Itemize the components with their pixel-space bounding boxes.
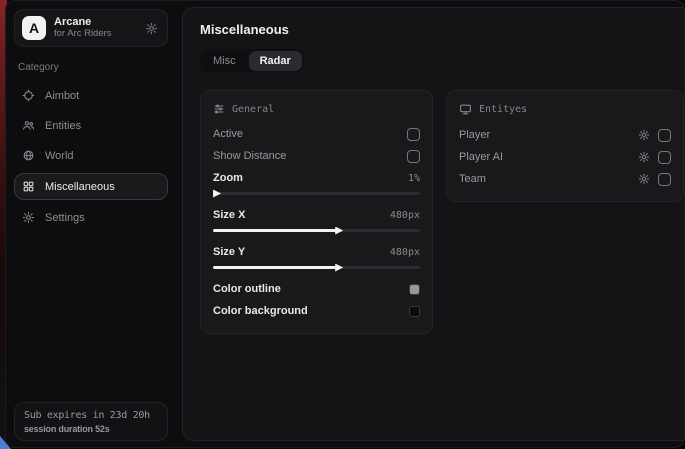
slider-value: 480px [390, 210, 420, 221]
entities-card-title: Entityes [479, 104, 527, 115]
sidebar-item-entities[interactable]: Entities [14, 113, 168, 138]
slider-fill [213, 229, 337, 232]
brand-text: Arcane for Arc Riders [54, 16, 112, 40]
general-card-title: General [232, 104, 274, 115]
entities-card-header: Entityes [459, 103, 671, 116]
sidebar: A Arcane for Arc Riders Category Aimbot [6, 1, 176, 447]
team-checkbox[interactable] [658, 173, 671, 186]
zoom-slider[interactable] [213, 192, 420, 195]
color-label: Color background [213, 305, 308, 317]
session-duration-text: session duration 52s [24, 424, 158, 434]
color-row-background: Color background [213, 300, 420, 322]
toggle-label: Show Distance [213, 150, 286, 162]
general-card: General Active Show Distance Zoom 1% [200, 90, 433, 334]
sidebar-item-label: World [45, 150, 74, 162]
entity-controls [638, 129, 671, 142]
toggle-label: Active [213, 128, 243, 140]
page-title: Miscellaneous [200, 22, 684, 37]
slider-fill [213, 266, 337, 269]
main-panel: Miscellaneous Misc Radar General Active [182, 7, 685, 441]
entity-label: Team [459, 173, 486, 185]
tab-radar[interactable]: Radar [249, 51, 302, 71]
sidebar-item-world[interactable]: World [14, 143, 168, 168]
gear-icon[interactable] [638, 173, 650, 185]
entity-label: Player [459, 129, 490, 141]
entity-controls [638, 173, 671, 186]
sidebar-item-aimbot[interactable]: Aimbot [14, 83, 168, 108]
toggle-row-show-distance: Show Distance [213, 145, 420, 167]
sidebar-item-label: Settings [45, 212, 85, 224]
people-icon [22, 119, 35, 132]
sub-expires-text: Sub expires in 23d 20h [24, 410, 158, 421]
entity-controls [638, 151, 671, 164]
slider-value: 1% [408, 173, 420, 184]
sidebar-item-label: Aimbot [45, 90, 79, 102]
entities-card: Entityes Player Player AI [446, 90, 684, 202]
slider-thumb[interactable] [213, 190, 221, 198]
tablist: Misc Radar [200, 49, 304, 73]
entity-row-player-ai: Player AI [459, 146, 671, 168]
slider-label: Size X [213, 209, 245, 221]
subscription-card: Sub expires in 23d 20h session duration … [14, 402, 168, 441]
sidebar-item-label: Entities [45, 120, 81, 132]
entity-label: Player AI [459, 151, 503, 163]
app-logo: A [22, 16, 46, 40]
globe-icon [22, 149, 35, 162]
size-y-slider[interactable] [213, 266, 420, 269]
category-label: Category [18, 62, 164, 73]
monitor-icon [459, 103, 472, 116]
brand-title: Arcane [54, 16, 112, 29]
brand-card: A Arcane for Arc Riders [14, 9, 168, 47]
entity-row-team: Team [459, 168, 671, 190]
slider-label: Size Y [213, 246, 245, 258]
sliders-icon [213, 103, 225, 115]
color-outline-swatch[interactable] [409, 284, 420, 295]
sidebar-nav: Aimbot Entities World Miscellaneous [14, 83, 168, 230]
toggle-row-active: Active [213, 123, 420, 145]
color-label: Color outline [213, 283, 281, 295]
brand-subtitle: for Arc Riders [54, 29, 112, 40]
slider-thumb[interactable] [335, 227, 343, 235]
app-window: A Arcane for Arc Riders Category Aimbot [5, 0, 685, 448]
entity-row-player: Player [459, 124, 671, 146]
crosshair-icon [22, 89, 35, 102]
general-card-header: General [213, 103, 420, 115]
slider-thumb[interactable] [335, 264, 343, 272]
sidebar-item-miscellaneous[interactable]: Miscellaneous [14, 173, 168, 200]
show-distance-checkbox[interactable] [407, 150, 420, 163]
sidebar-item-settings[interactable]: Settings [14, 205, 168, 230]
player-ai-checkbox[interactable] [658, 151, 671, 164]
tab-misc[interactable]: Misc [202, 51, 247, 71]
gear-icon[interactable] [145, 22, 158, 35]
slider-value: 480px [390, 247, 420, 258]
slider-row-zoom: Zoom 1% [213, 167, 420, 189]
gear-icon[interactable] [638, 151, 650, 163]
gear-icon[interactable] [638, 129, 650, 141]
player-checkbox[interactable] [658, 129, 671, 142]
slider-row-size-y: Size Y 480px [213, 241, 420, 263]
slider-row-size-x: Size X 480px [213, 204, 420, 226]
color-row-outline: Color outline [213, 278, 420, 300]
slider-label: Zoom [213, 172, 243, 184]
cards-row: General Active Show Distance Zoom 1% [200, 90, 684, 334]
color-background-swatch[interactable] [409, 306, 420, 317]
size-x-slider[interactable] [213, 229, 420, 232]
active-checkbox[interactable] [407, 128, 420, 141]
gear-icon [22, 211, 35, 224]
grid-icon [22, 180, 35, 193]
sidebar-item-label: Miscellaneous [45, 181, 115, 193]
